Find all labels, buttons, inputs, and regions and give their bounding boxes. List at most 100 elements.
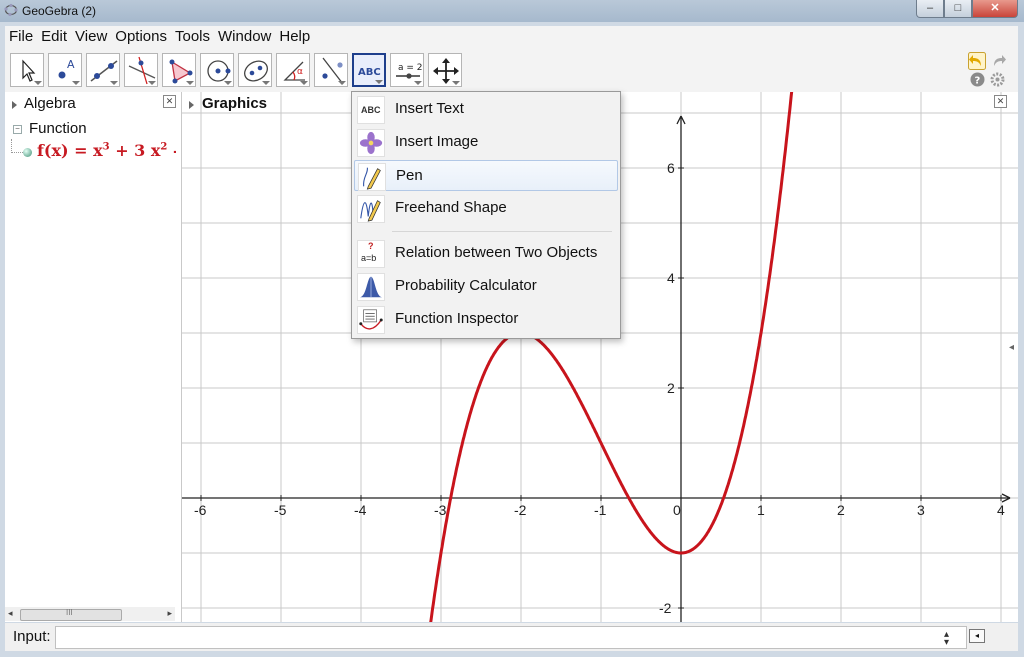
menu-help[interactable]: Help	[275, 26, 314, 48]
ellipse-tool[interactable]	[238, 53, 272, 87]
y-tick-label: 4	[667, 270, 675, 286]
graphics-title: Graphics	[202, 95, 268, 112]
menu-bar: File Edit View Options Tools Window Help	[5, 26, 1018, 48]
menu-item-label: Function Inspector	[395, 310, 519, 327]
x-tick-label: 0	[673, 502, 681, 518]
reflect-tool[interactable]	[314, 53, 348, 87]
input-help-icon[interactable]: ◂	[969, 629, 985, 643]
scroll-thumb[interactable]: III	[20, 608, 122, 621]
input-bar: Input: ▴ ▾ ◂	[5, 623, 1018, 651]
polygon-tool[interactable]	[162, 53, 196, 87]
perpendicular-tool[interactable]	[124, 53, 158, 87]
menu-item-label: Pen	[396, 167, 423, 184]
visibility-toggle-icon[interactable]	[23, 148, 32, 157]
algebra-horizontal-scrollbar[interactable]: ◂ III ▸	[5, 607, 175, 621]
menu-item-freehand-shape[interactable]: Freehand Shape	[354, 193, 618, 224]
minimize-button[interactable]: –	[916, 0, 944, 18]
x-tick-label: -5	[274, 502, 287, 518]
x-tick-label: 4	[997, 502, 1005, 518]
window-title: GeoGebra (2)	[22, 4, 97, 18]
menu-file[interactable]: File	[5, 26, 37, 48]
menu-edit[interactable]: Edit	[37, 26, 71, 48]
svg-text:?: ?	[975, 76, 981, 87]
menu-view[interactable]: View	[71, 26, 111, 48]
expand-arrow-icon[interactable]	[189, 101, 194, 109]
text-abc-icon: ABC	[357, 96, 385, 124]
title-bar: GeoGebra (2) – □ ✕	[0, 0, 1024, 22]
menu-item-pen[interactable]: Pen	[354, 160, 618, 191]
function-inspector-icon	[357, 306, 385, 334]
algebra-header: Algebra ✕	[5, 92, 181, 116]
x-tick-label: 3	[917, 502, 925, 518]
expand-arrow-icon[interactable]	[12, 101, 17, 109]
menu-item-label: Freehand Shape	[395, 199, 507, 216]
toolbar: A α ABC a = 2 ?	[5, 48, 1018, 93]
x-tick-label: 1	[757, 502, 765, 518]
scroll-left-icon[interactable]: ◂	[8, 608, 13, 619]
pen-icon	[358, 163, 386, 191]
menu-options[interactable]: Options	[111, 26, 171, 48]
x-tick-label: -2	[514, 502, 527, 518]
redo-icon[interactable]	[989, 52, 1007, 70]
menu-item-label: Relation between Two Objects	[395, 244, 598, 261]
y-tick-label: 2	[667, 380, 675, 396]
maximize-button[interactable]: □	[944, 0, 972, 18]
svg-text:α: α	[297, 67, 303, 77]
menu-tools[interactable]: Tools	[171, 26, 214, 48]
menu-item-insert-text[interactable]: ABC Insert Text	[354, 94, 618, 125]
tool-dropdown-menu: ABC Insert Text Insert Image Pen Freehan…	[351, 91, 621, 339]
algebra-panel: Algebra ✕ − Function	[5, 92, 182, 622]
geogebra-window: GeoGebra (2) – □ ✕ File Edit View Option…	[0, 0, 1024, 657]
x-tick-label: -4	[354, 502, 367, 518]
help-icon[interactable]: ?	[970, 72, 985, 87]
menu-item-label: Probability Calculator	[395, 277, 537, 294]
svg-text:A: A	[67, 58, 75, 71]
angle-tool[interactable]: α	[276, 53, 310, 87]
freehand-shape-icon	[357, 195, 385, 223]
move-graphics-tool[interactable]	[428, 53, 462, 87]
relation-icon: ? a=b	[357, 240, 385, 268]
y-tick-label: 6	[667, 160, 675, 176]
slider-tool[interactable]: a = 2	[390, 53, 424, 87]
menu-item-relation[interactable]: ? a=b Relation between Two Objects	[354, 238, 618, 269]
geogebra-logo-icon	[4, 3, 18, 17]
image-flower-icon	[357, 129, 385, 157]
close-algebra-icon[interactable]: ✕	[163, 95, 176, 108]
tree-connector	[11, 139, 13, 153]
probability-curve-icon	[357, 273, 385, 301]
close-graphics-icon[interactable]: ✕	[994, 95, 1007, 108]
close-button[interactable]: ✕	[972, 0, 1018, 18]
text-tool[interactable]: ABC	[352, 53, 386, 87]
scroll-right-icon[interactable]: ▸	[167, 608, 172, 619]
algebra-title: Algebra	[24, 95, 76, 112]
input-field[interactable]	[55, 626, 967, 649]
menu-item-label: Insert Text	[395, 100, 464, 117]
menu-window[interactable]: Window	[214, 26, 275, 48]
function-definition[interactable]: f(x) = x3 + 3 x2 -	[37, 141, 176, 160]
point-tool[interactable]: A	[48, 53, 82, 87]
tree-connector	[11, 152, 23, 154]
svg-text:a = 2: a = 2	[398, 63, 423, 73]
gear-icon[interactable]	[990, 72, 1005, 87]
y-tick-label: -2	[659, 600, 672, 616]
menu-item-insert-image[interactable]: Insert Image	[354, 127, 618, 158]
circle-tool[interactable]	[200, 53, 234, 87]
undo-icon[interactable]	[968, 52, 986, 70]
svg-text:ABC: ABC	[358, 67, 381, 78]
tree-group-label: Function	[29, 120, 87, 137]
move-tool[interactable]	[10, 53, 44, 87]
x-tick-label: -1	[594, 502, 607, 518]
collapse-icon[interactable]: −	[13, 125, 22, 134]
input-history-icon[interactable]: ▴ ▾	[944, 630, 949, 648]
menu-item-function-inspector[interactable]: Function Inspector	[354, 304, 618, 335]
x-tick-label: -6	[194, 502, 207, 518]
line-tool[interactable]	[86, 53, 120, 87]
input-label: Input:	[13, 628, 51, 645]
window-controls: – □ ✕	[916, 0, 1018, 18]
menu-item-probability-calculator[interactable]: Probability Calculator	[354, 271, 618, 302]
x-tick-label: -3	[434, 502, 447, 518]
x-tick-label: 2	[837, 502, 845, 518]
menu-separator	[392, 231, 612, 232]
menu-item-label: Insert Image	[395, 133, 479, 150]
panel-collapse-icon[interactable]: ◂	[1009, 342, 1017, 360]
